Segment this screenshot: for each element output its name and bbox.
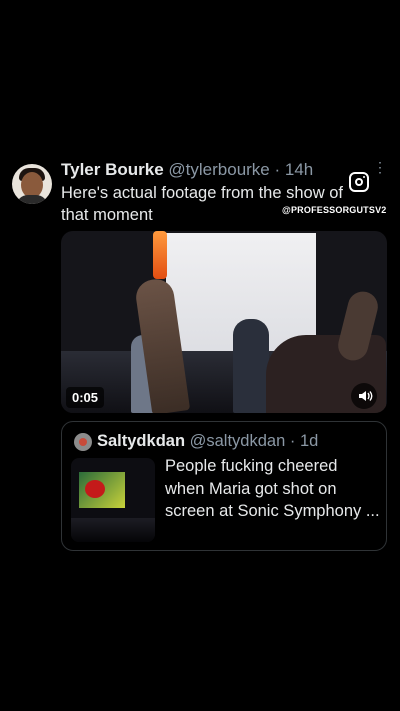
glowstick [153, 231, 167, 279]
quoted-tweet-age: · 1d [289, 432, 319, 450]
thumbnail-figure [85, 480, 105, 498]
author-name[interactable]: Tyler Bourke [61, 160, 164, 179]
more-options-icon[interactable]: ⋮ [372, 160, 388, 174]
speaker-icon[interactable] [351, 383, 377, 409]
tweet-header: Tyler Bourke @tylerbourke · 14h [61, 160, 313, 180]
watermark-handle: @PROFESSORGUTSV2 [282, 205, 387, 215]
author-handle[interactable]: @tylerbourke [168, 160, 269, 179]
instagram-icon [349, 172, 369, 192]
quoted-tweet-text: People fucking cheered when Maria got sh… [165, 457, 380, 520]
instagram-lens [355, 178, 363, 186]
quoted-avatar-mark [79, 438, 87, 446]
author-avatar[interactable] [12, 164, 52, 204]
instagram-dot [363, 176, 365, 178]
avatar-shirt [16, 195, 48, 204]
quoted-tweet-header: Saltydkdan @saltydkdan · 1d [97, 432, 318, 451]
quoted-tweet-card[interactable]: Saltydkdan @saltydkdan · 1d People fucki… [61, 421, 387, 551]
quoted-author-avatar[interactable] [74, 433, 92, 451]
quoted-media-thumbnail[interactable] [71, 458, 155, 542]
tweet-age[interactable]: · 14h [275, 160, 314, 179]
quoted-author-handle[interactable]: @saltydkdan [190, 432, 286, 450]
tweet-text: Here's actual footage from the show of t… [61, 184, 343, 224]
quoted-author-name[interactable]: Saltydkdan [97, 432, 185, 450]
video-player[interactable]: 0:05 [61, 231, 387, 413]
thumbnail-crowd [71, 518, 155, 542]
video-duration-badge: 0:05 [66, 387, 105, 408]
performer-center [233, 319, 269, 413]
